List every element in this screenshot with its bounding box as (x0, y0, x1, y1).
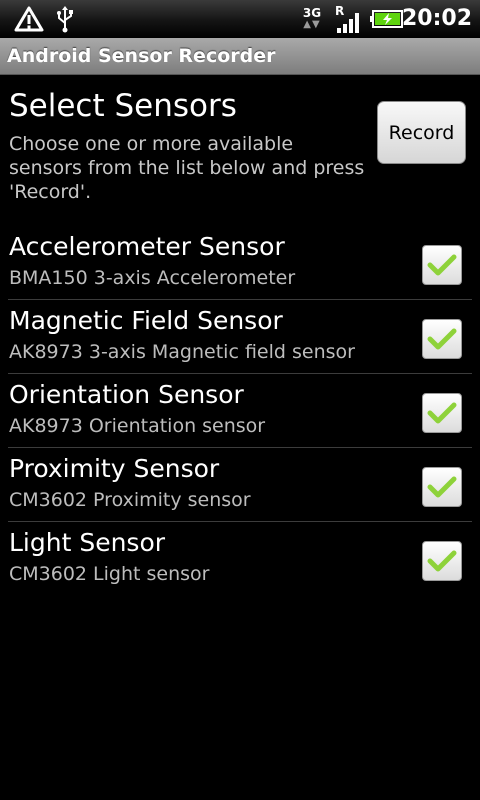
clock: 20:02 (401, 6, 472, 31)
battery-charging-icon (370, 0, 406, 38)
sensor-name: Orientation Sensor (9, 380, 244, 409)
sensor-description: BMA150 3-axis Accelerometer (9, 267, 296, 289)
sensor-checkbox[interactable] (422, 467, 462, 507)
page-title: Select Sensors (9, 88, 237, 124)
checkmark-icon (427, 476, 457, 498)
warning-icon (12, 0, 46, 38)
checkmark-icon (427, 550, 457, 572)
usb-icon (52, 0, 78, 38)
checkmark-icon (427, 402, 457, 424)
sensor-name: Accelerometer Sensor (9, 232, 285, 261)
app-title: Android Sensor Recorder (7, 45, 276, 67)
app-title-bar: Android Sensor Recorder (0, 38, 480, 75)
checkmark-icon (427, 254, 457, 276)
sensor-checkbox[interactable] (422, 319, 462, 359)
sensor-description: AK8973 Orientation sensor (9, 415, 266, 437)
checkmark-icon (427, 328, 457, 350)
network-type-label: 3G (302, 6, 322, 20)
sensor-name: Light Sensor (9, 528, 166, 557)
record-button[interactable]: Record (377, 101, 466, 164)
sensor-checkbox[interactable] (422, 393, 462, 433)
list-item[interactable]: Accelerometer Sensor BMA150 3-axis Accel… (0, 226, 480, 300)
sensor-description: CM3602 Light sensor (9, 563, 210, 585)
sensor-description: CM3602 Proximity sensor (9, 489, 251, 511)
sensor-checkbox[interactable] (422, 245, 462, 285)
network-3g-icon: 3G ▲▼ (302, 6, 322, 30)
signal-icon: R (334, 0, 364, 38)
sensor-name: Magnetic Field Sensor (9, 306, 283, 335)
list-item[interactable]: Light Sensor CM3602 Light sensor (0, 522, 480, 596)
sensor-description: AK8973 3-axis Magnetic field sensor (9, 341, 355, 363)
sensor-list: Accelerometer Sensor BMA150 3-axis Accel… (0, 226, 480, 596)
roaming-indicator: R (335, 4, 344, 18)
sensor-checkbox[interactable] (422, 541, 462, 581)
sensor-name: Proximity Sensor (9, 454, 220, 483)
list-item[interactable]: Proximity Sensor CM3602 Proximity sensor (0, 448, 480, 522)
list-item[interactable]: Orientation Sensor AK8973 Orientation se… (0, 374, 480, 448)
list-item[interactable]: Magnetic Field Sensor AK8973 3-axis Magn… (0, 300, 480, 374)
instructions-text: Choose one or more available sensors fro… (9, 133, 365, 203)
status-bar: 3G ▲▼ R 20:02 (0, 0, 480, 38)
